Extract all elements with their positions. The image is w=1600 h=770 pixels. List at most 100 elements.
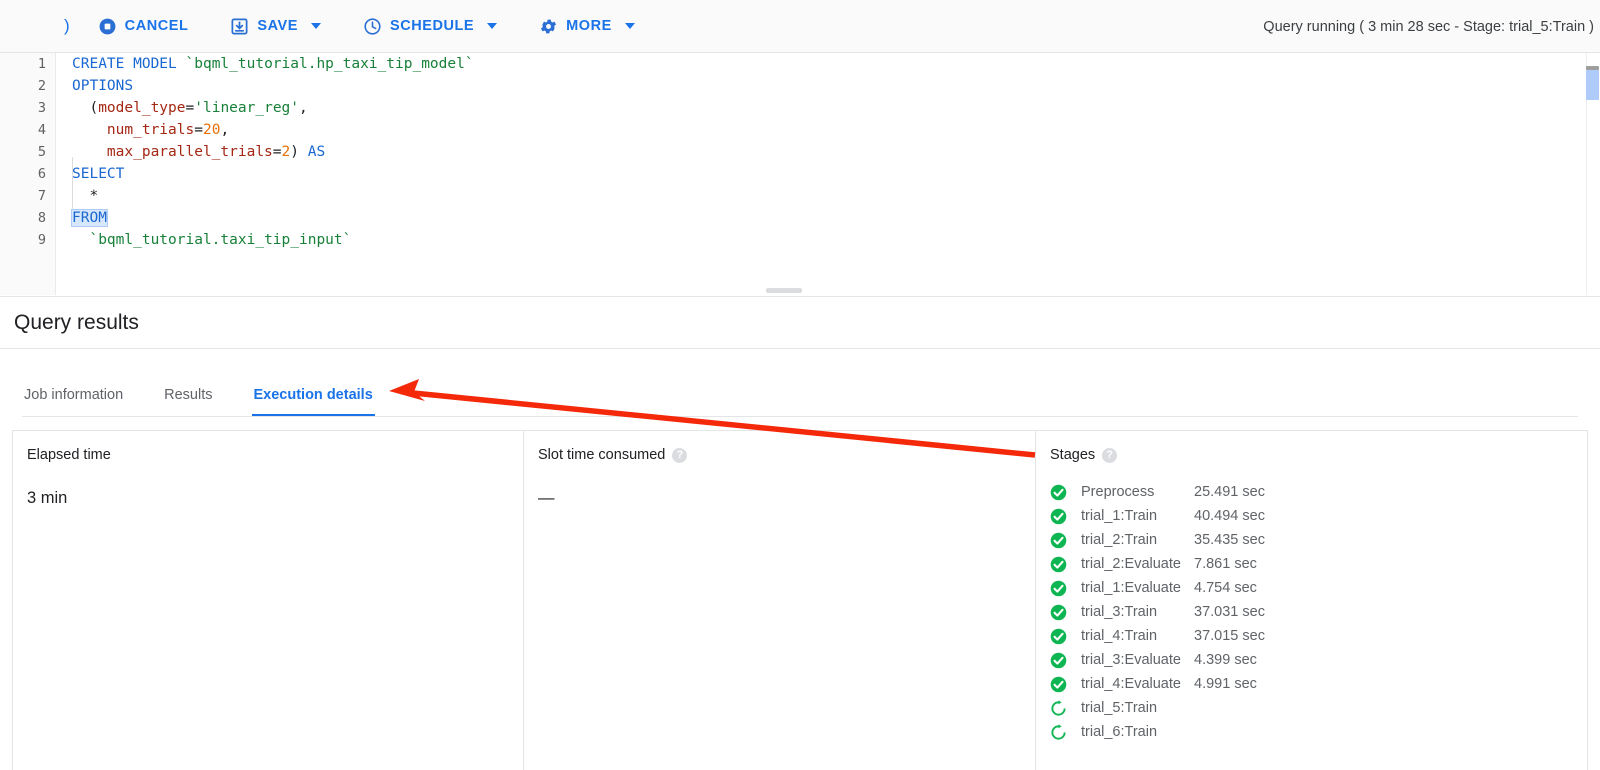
line-number: 3 bbox=[37, 100, 46, 116]
code-line[interactable]: FROM bbox=[56, 207, 1600, 229]
code-line[interactable]: CREATE MODEL `bqml_tutorial.hp_taxi_tip_… bbox=[56, 53, 1600, 75]
code-token: CREATE MODEL bbox=[72, 56, 186, 72]
tab-results[interactable]: Results bbox=[162, 387, 214, 417]
stage-duration: 35.435 sec bbox=[1194, 532, 1265, 548]
code-line-text: (model_type='linear_reg', bbox=[56, 100, 308, 116]
code-token: `bqml_tutorial.hp_taxi_tip_model` bbox=[185, 56, 474, 72]
tab-job-information[interactable]: Job information bbox=[22, 387, 125, 417]
stage-row[interactable]: trial_5:Train bbox=[1050, 696, 1587, 720]
elapsed-time-label: Elapsed time bbox=[27, 447, 111, 463]
code-token: = bbox=[272, 144, 282, 160]
stage-row[interactable]: trial_1:Evaluate 4.754 sec bbox=[1050, 576, 1587, 600]
schedule-button[interactable]: SCHEDULE bbox=[353, 10, 507, 43]
code-token: 2 bbox=[281, 144, 291, 160]
check-circle-icon bbox=[1050, 532, 1067, 549]
code-line[interactable]: * bbox=[56, 185, 1600, 207]
code-line[interactable]: SELECT bbox=[56, 163, 1600, 185]
stage-row[interactable]: trial_6:Train bbox=[1050, 720, 1587, 744]
stage-duration: 7.861 sec bbox=[1194, 556, 1257, 572]
query-results-header: Query results bbox=[0, 296, 1600, 349]
check-circle-icon bbox=[1050, 556, 1067, 573]
chevron-down-icon[interactable] bbox=[624, 23, 635, 29]
stage-row[interactable]: trial_4:Train 37.015 sec bbox=[1050, 624, 1587, 648]
stage-row[interactable]: trial_3:Evaluate 4.399 sec bbox=[1050, 648, 1587, 672]
truncated-paren-glyph: ) bbox=[64, 16, 70, 35]
stage-row[interactable]: trial_3:Train 37.031 sec bbox=[1050, 600, 1587, 624]
results-tabs-row: Job information Results Execution details bbox=[22, 349, 412, 417]
code-token: = bbox=[185, 100, 195, 116]
stage-row[interactable]: trial_2:Train 35.435 sec bbox=[1050, 528, 1587, 552]
code-line-text: FROM bbox=[56, 209, 108, 227]
scrollbar-selection-marker bbox=[1586, 70, 1599, 100]
line-number: 9 bbox=[37, 232, 46, 248]
stage-row[interactable]: trial_2:Evaluate 7.861 sec bbox=[1050, 552, 1587, 576]
code-line[interactable]: `bqml_tutorial.taxi_tip_input` bbox=[56, 229, 1600, 251]
help-icon[interactable]: ? bbox=[672, 447, 688, 463]
editor-resize-handle[interactable] bbox=[766, 288, 802, 293]
code-token: SELECT bbox=[72, 166, 125, 182]
stage-name: trial_3:Train bbox=[1081, 604, 1158, 620]
save-button[interactable]: SAVE bbox=[220, 10, 331, 43]
save-button-label: SAVE bbox=[257, 18, 298, 34]
line-number: 5 bbox=[37, 144, 46, 160]
code-line[interactable]: (model_type='linear_reg', bbox=[56, 97, 1600, 119]
stages-label: Stages ? bbox=[1050, 447, 1587, 463]
sql-editor[interactable]: CREATE MODEL `bqml_tutorial.hp_taxi_tip_… bbox=[0, 53, 1600, 295]
line-number: 7 bbox=[37, 188, 46, 204]
code-token: model_type bbox=[98, 100, 186, 116]
save-icon bbox=[230, 17, 249, 36]
more-button[interactable]: MORE bbox=[529, 10, 645, 43]
running-spinner-icon bbox=[1050, 723, 1067, 741]
stage-duration: 37.031 sec bbox=[1194, 604, 1265, 620]
chevron-down-icon[interactable] bbox=[487, 23, 498, 29]
stage-row[interactable]: trial_1:Train 40.494 sec bbox=[1050, 504, 1587, 528]
cancel-button[interactable]: CANCEL bbox=[88, 10, 199, 43]
help-icon[interactable]: ? bbox=[1102, 447, 1118, 463]
stop-circle-icon bbox=[98, 17, 117, 36]
stage-name: trial_3:Evaluate bbox=[1081, 652, 1181, 668]
chevron-down-icon[interactable] bbox=[311, 23, 321, 29]
code-token: * bbox=[72, 188, 99, 204]
code-token: , bbox=[299, 100, 308, 116]
editor-vertical-scrollbar[interactable] bbox=[1586, 53, 1600, 295]
stage-name: trial_2:Evaluate bbox=[1081, 556, 1181, 572]
stage-duration: 25.491 sec bbox=[1194, 484, 1265, 500]
more-button-label: MORE bbox=[566, 18, 612, 34]
stage-duration: 37.015 sec bbox=[1194, 628, 1265, 644]
code-token: ( bbox=[72, 100, 99, 116]
stages-panel: Stages ? Preprocess 25.491 sec trial_1:Tra… bbox=[1035, 431, 1587, 770]
code-token: `bqml_tutorial.taxi_tip_input` bbox=[89, 232, 352, 248]
editor-code-area[interactable]: CREATE MODEL `bqml_tutorial.hp_taxi_tip_… bbox=[56, 53, 1600, 295]
line-number: 4 bbox=[37, 122, 46, 138]
stage-duration: 4.399 sec bbox=[1194, 652, 1257, 668]
code-token: 'linear_reg' bbox=[194, 100, 300, 116]
code-token: = bbox=[194, 122, 203, 138]
code-token: 20 bbox=[202, 122, 221, 138]
code-line[interactable]: num_trials=20, bbox=[56, 119, 1600, 141]
check-circle-icon bbox=[1050, 676, 1067, 693]
stage-name: trial_2:Train bbox=[1081, 532, 1158, 548]
slot-time-panel: Slot time consumed ? — bbox=[523, 431, 1035, 770]
tab-execution-details[interactable]: Execution details bbox=[251, 387, 376, 417]
slot-time-label: Slot time consumed ? bbox=[538, 447, 1035, 463]
code-token: ) bbox=[290, 144, 308, 160]
stage-duration: 40.494 sec bbox=[1194, 508, 1265, 524]
cancel-button-label: CANCEL bbox=[124, 18, 189, 34]
code-line-text: OPTIONS bbox=[56, 78, 133, 94]
code-token: FROM bbox=[71, 209, 108, 227]
clock-icon bbox=[363, 17, 382, 36]
check-circle-icon bbox=[1050, 508, 1067, 525]
stage-row[interactable]: trial_4:Evaluate 4.991 sec bbox=[1050, 672, 1587, 696]
schedule-button-label: SCHEDULE bbox=[390, 18, 475, 34]
code-line[interactable]: max_parallel_trials=2) AS bbox=[56, 141, 1600, 163]
stage-list: Preprocess 25.491 sec trial_1:Train 40.494 … bbox=[1050, 480, 1587, 744]
stage-row[interactable]: Preprocess 25.491 sec bbox=[1050, 480, 1587, 504]
code-line[interactable]: OPTIONS bbox=[56, 75, 1600, 97]
query-status-text: Query running ( 3 min 28 sec - Stage: tr… bbox=[1263, 18, 1594, 35]
running-spinner-icon bbox=[1050, 699, 1067, 717]
gear-icon bbox=[539, 17, 558, 36]
slot-time-value: — bbox=[538, 489, 555, 507]
